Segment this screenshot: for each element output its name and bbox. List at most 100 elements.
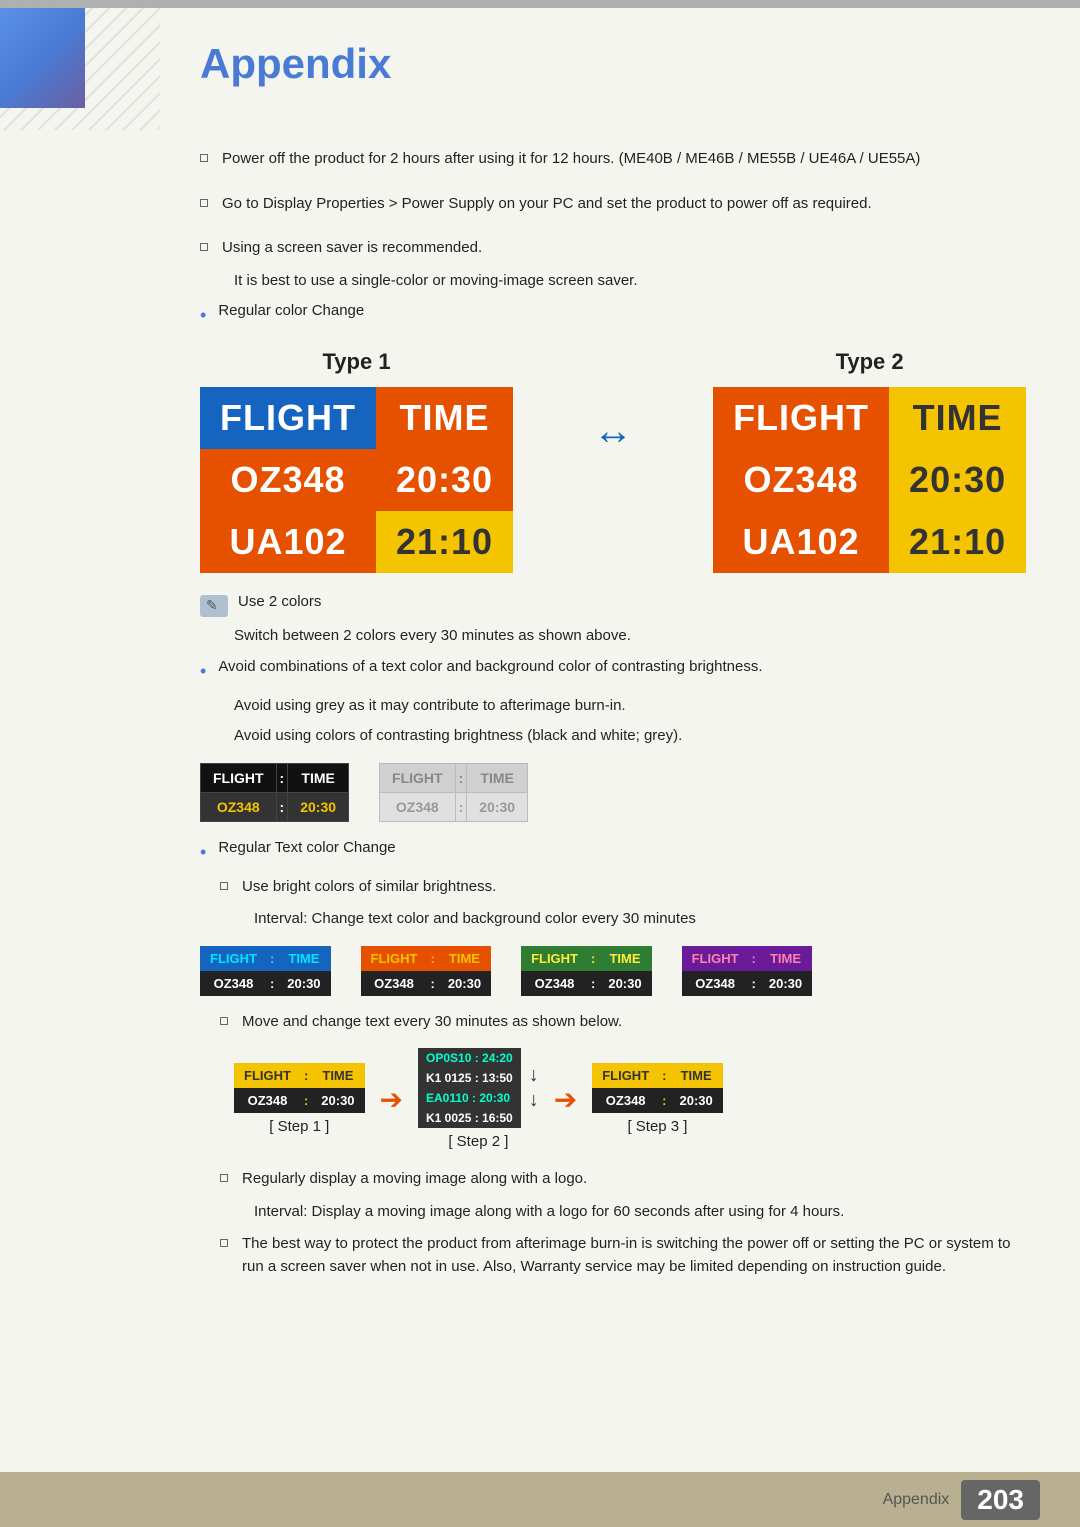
footer: Appendix 203: [0, 1472, 1080, 1527]
cb2-oz: OZ348: [380, 792, 456, 821]
type1-row1: OZ348 20:30: [200, 449, 513, 511]
cb2-colon2: :: [455, 792, 467, 821]
type2-flight-header: FLIGHT: [713, 387, 889, 449]
variant2-table: FLIGHT : TIME OZ348 : 20:30: [361, 946, 492, 996]
step2-row4: K1 0025 : 16:50: [418, 1108, 521, 1128]
bullet-item-1: Power off the product for 2 hours after …: [200, 148, 1020, 171]
type1-time1: 20:30: [376, 449, 513, 511]
main-content: Appendix Power off the product for 2 hou…: [160, 0, 1080, 1527]
v1-time: TIME: [277, 946, 330, 971]
v2-oz: OZ348: [361, 971, 428, 996]
type1-ua102: UA102: [200, 511, 376, 573]
step3-label: [ Step 3 ]: [592, 1118, 723, 1135]
type2-ua102: UA102: [713, 511, 889, 573]
s3-time1: 20:30: [669, 1088, 722, 1113]
regular-text-bullet: • Regular Text color Change: [200, 837, 1020, 866]
v3-header: FLIGHT : TIME: [521, 946, 652, 971]
v1-header: FLIGHT : TIME: [200, 946, 331, 971]
s2-line4: K1 0025 : 16:50: [418, 1108, 521, 1128]
color-variants-row: FLIGHT : TIME OZ348 : 20:30 FLIGHT : TIM…: [200, 946, 1020, 996]
s1-oz: OZ348: [234, 1088, 301, 1113]
avoid-text-2: Avoid using grey as it may contribute to…: [234, 695, 1020, 718]
step1-table: FLIGHT : TIME OZ348 : 20:30: [234, 1063, 365, 1113]
cb1-time1: 20:30: [288, 792, 349, 821]
cb2-flight: FLIGHT: [380, 763, 456, 792]
type2-time1: 20:30: [889, 449, 1026, 511]
v3-colon: :: [588, 946, 598, 971]
step3-table: FLIGHT : TIME OZ348 : 20:30: [592, 1063, 723, 1113]
v1-colon2: :: [267, 971, 277, 996]
s3-time: TIME: [669, 1063, 722, 1088]
type2-time-header: TIME: [889, 387, 1026, 449]
step1-data: OZ348 : 20:30: [234, 1088, 365, 1113]
step1-block: FLIGHT : TIME OZ348 : 20:30 [ Step 1 ]: [234, 1063, 365, 1135]
arrow-down-1: ↓: [529, 1064, 539, 1087]
v3-time: TIME: [598, 946, 651, 971]
type1-time2: 21:10: [376, 511, 513, 573]
v2-data: OZ348 : 20:30: [361, 971, 492, 996]
v3-flight: FLIGHT: [521, 946, 588, 971]
page-title: Appendix: [200, 40, 1020, 88]
bright-colors-square: [220, 882, 228, 890]
note-row: Use 2 colors: [200, 593, 1020, 617]
step1-header: FLIGHT : TIME: [234, 1063, 365, 1088]
bullet-text-1: Power off the product for 2 hours after …: [222, 148, 920, 171]
sidebar-accent: [0, 0, 160, 130]
step2-block: OP0S10 : 24:20 K1 0125 : 13:50 EA0110 : …: [418, 1048, 539, 1150]
avoid-dot: •: [200, 658, 206, 685]
step2-content: OP0S10 : 24:20 K1 0125 : 13:50 EA0110 : …: [418, 1048, 539, 1128]
footer-number: 203: [961, 1480, 1040, 1520]
avoid-bullet: • Avoid combinations of a text color and…: [200, 656, 1020, 685]
s1-colon2: :: [301, 1088, 311, 1113]
avoid-text-1: Avoid combinations of a text color and b…: [218, 656, 762, 679]
type1-flight-header: FLIGHT: [200, 387, 376, 449]
s1-time1: 20:30: [311, 1088, 364, 1113]
v1-colon: :: [267, 946, 277, 971]
step2-table: OP0S10 : 24:20 K1 0125 : 13:50 EA0110 : …: [418, 1048, 521, 1128]
v4-colon2: :: [749, 971, 759, 996]
bullet-square-3: [200, 243, 208, 251]
double-arrow: ↔: [593, 409, 633, 454]
type2-oz348: OZ348: [713, 449, 889, 511]
type2-time2: 21:10: [889, 511, 1026, 573]
step1-to-step2-arrow: ➔: [380, 1083, 403, 1116]
v4-oz: OZ348: [682, 971, 749, 996]
bullet-square-2: [200, 199, 208, 207]
bright-colors-bullet: Use bright colors of similar brightness.: [220, 876, 1020, 899]
s3-flight: FLIGHT: [592, 1063, 659, 1088]
v3-time1: 20:30: [598, 971, 651, 996]
v4-colon: :: [749, 946, 759, 971]
bullet-text-3: Using a screen saver is recommended.: [222, 237, 482, 260]
regular-text-dot: •: [200, 839, 206, 866]
type2-header-row: FLIGHT TIME: [713, 387, 1026, 449]
v3-data: OZ348 : 20:30: [521, 971, 652, 996]
contrast-bad1-data: OZ348 : 20:30: [201, 792, 349, 821]
type1-row2: UA102 21:10: [200, 511, 513, 573]
cb1-colon: :: [276, 763, 288, 792]
v2-time: TIME: [438, 946, 491, 971]
final-square-2: [220, 1239, 228, 1247]
move-text: Move and change text every 30 minutes as…: [242, 1011, 622, 1034]
bullet-item-2: Go to Display Properties > Power Supply …: [200, 193, 1020, 216]
v3-colon2: :: [588, 971, 598, 996]
cb1-colon2: :: [276, 792, 288, 821]
s3-colon2: :: [659, 1088, 669, 1113]
move-text-bullet: Move and change text every 30 minutes as…: [220, 1011, 1020, 1034]
contrast-tables-row: FLIGHT : TIME OZ348 : 20:30 FLIGHT : TIM…: [200, 763, 1020, 822]
variant1-table: FLIGHT : TIME OZ348 : 20:30: [200, 946, 331, 996]
variant3-table: FLIGHT : TIME OZ348 : 20:30: [521, 946, 652, 996]
bullet-item-4: • Regular color Change: [200, 300, 1020, 329]
types-section: Type 1 FLIGHT TIME OZ348 20:30 UA102 21:…: [200, 349, 1020, 573]
variant4-table: FLIGHT : TIME OZ348 : 20:30: [682, 946, 813, 996]
type1-header-row: FLIGHT TIME: [200, 387, 513, 449]
step2-label: [ Step 2 ]: [418, 1133, 539, 1150]
v1-flight: FLIGHT: [200, 946, 267, 971]
avoid-text-3: Avoid using colors of contrasting bright…: [234, 725, 1020, 748]
cb2-time: TIME: [467, 763, 528, 792]
arrow-down-2: ↓: [529, 1089, 539, 1112]
s2-line2: K1 0125 : 13:50: [418, 1068, 521, 1088]
contrast-bad-table-1: FLIGHT : TIME OZ348 : 20:30: [200, 763, 349, 822]
s3-colon: :: [659, 1063, 669, 1088]
s1-time: TIME: [311, 1063, 364, 1088]
step1-label: [ Step 1 ]: [234, 1118, 365, 1135]
